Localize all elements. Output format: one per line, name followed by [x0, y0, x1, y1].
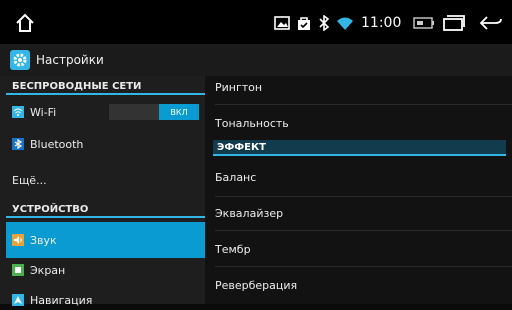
status-bar: 11:00	[0, 0, 512, 44]
status-icons: 11:00	[274, 13, 435, 33]
settings-icon[interactable]	[10, 50, 30, 70]
recent-apps-icon[interactable]	[441, 12, 467, 34]
sidebar-item-display[interactable]: Экран	[6, 258, 205, 282]
section-header-effect: ЭФФЕКТ	[213, 140, 506, 156]
sidebar-item-label: Wi-Fi	[30, 105, 57, 119]
section-header-wireless: БЕСПРОВОДНЫЕ СЕТИ	[6, 79, 205, 95]
bluetooth-icon	[12, 138, 24, 150]
divider	[215, 104, 512, 105]
display-icon	[12, 264, 24, 276]
home-icon[interactable]	[14, 12, 36, 34]
section-header-device: УСТРОЙСТВО	[6, 202, 205, 218]
wifi-icon	[12, 106, 24, 118]
list-item-reverb[interactable]: Реверберация	[215, 274, 512, 296]
sidebar-item-more[interactable]: Ещё...	[6, 168, 205, 192]
list-item-balance[interactable]: Баланс	[215, 166, 512, 188]
clock: 11:00	[361, 15, 402, 31]
list-item-tone[interactable]: Тональность	[215, 112, 512, 134]
wifi-toggle[interactable]: ВКЛ	[109, 104, 199, 120]
sidebar-item-sound[interactable]: Звук	[6, 222, 205, 258]
image-icon	[274, 15, 290, 31]
list-item-timbre[interactable]: Тембр	[215, 238, 512, 260]
battery-icon	[413, 16, 435, 30]
app-title: Настройки	[36, 53, 104, 67]
divider	[215, 266, 512, 267]
divider	[215, 230, 512, 231]
sound-icon	[12, 234, 24, 246]
list-item-ringtone[interactable]: Рингтон	[215, 76, 512, 98]
list-item-equalizer[interactable]: Эквалайзер	[215, 202, 512, 224]
wifi-icon	[336, 15, 354, 31]
sound-settings-panel: Рингтон Тональность ЭФФЕКТ Баланс Эквала…	[205, 76, 512, 304]
sidebar-item-label: Ещё...	[12, 173, 47, 187]
sidebar-item-label: Навигация	[30, 293, 93, 307]
sidebar-item-navigation[interactable]: Навигация	[6, 290, 205, 310]
navigation-icon	[12, 294, 24, 306]
divider	[215, 196, 512, 197]
sidebar-item-label: Экран	[30, 263, 66, 277]
bluetooth-icon	[318, 15, 330, 31]
sidebar-item-label: Звук	[30, 233, 57, 247]
sidebar-item-wifi[interactable]: Wi-Fi ВКЛ	[6, 100, 205, 124]
back-icon[interactable]	[478, 12, 504, 34]
bag-icon	[296, 15, 312, 31]
sidebar-item-bluetooth[interactable]: Bluetooth	[6, 132, 205, 156]
settings-categories: БЕСПРОВОДНЫЕ СЕТИ Wi-Fi ВКЛ Bluetooth Ещ…	[0, 76, 205, 307]
sidebar-item-label: Bluetooth	[30, 137, 84, 151]
app-title-bar: Настройки	[0, 44, 512, 76]
wifi-toggle-state: ВКЛ	[159, 104, 199, 120]
